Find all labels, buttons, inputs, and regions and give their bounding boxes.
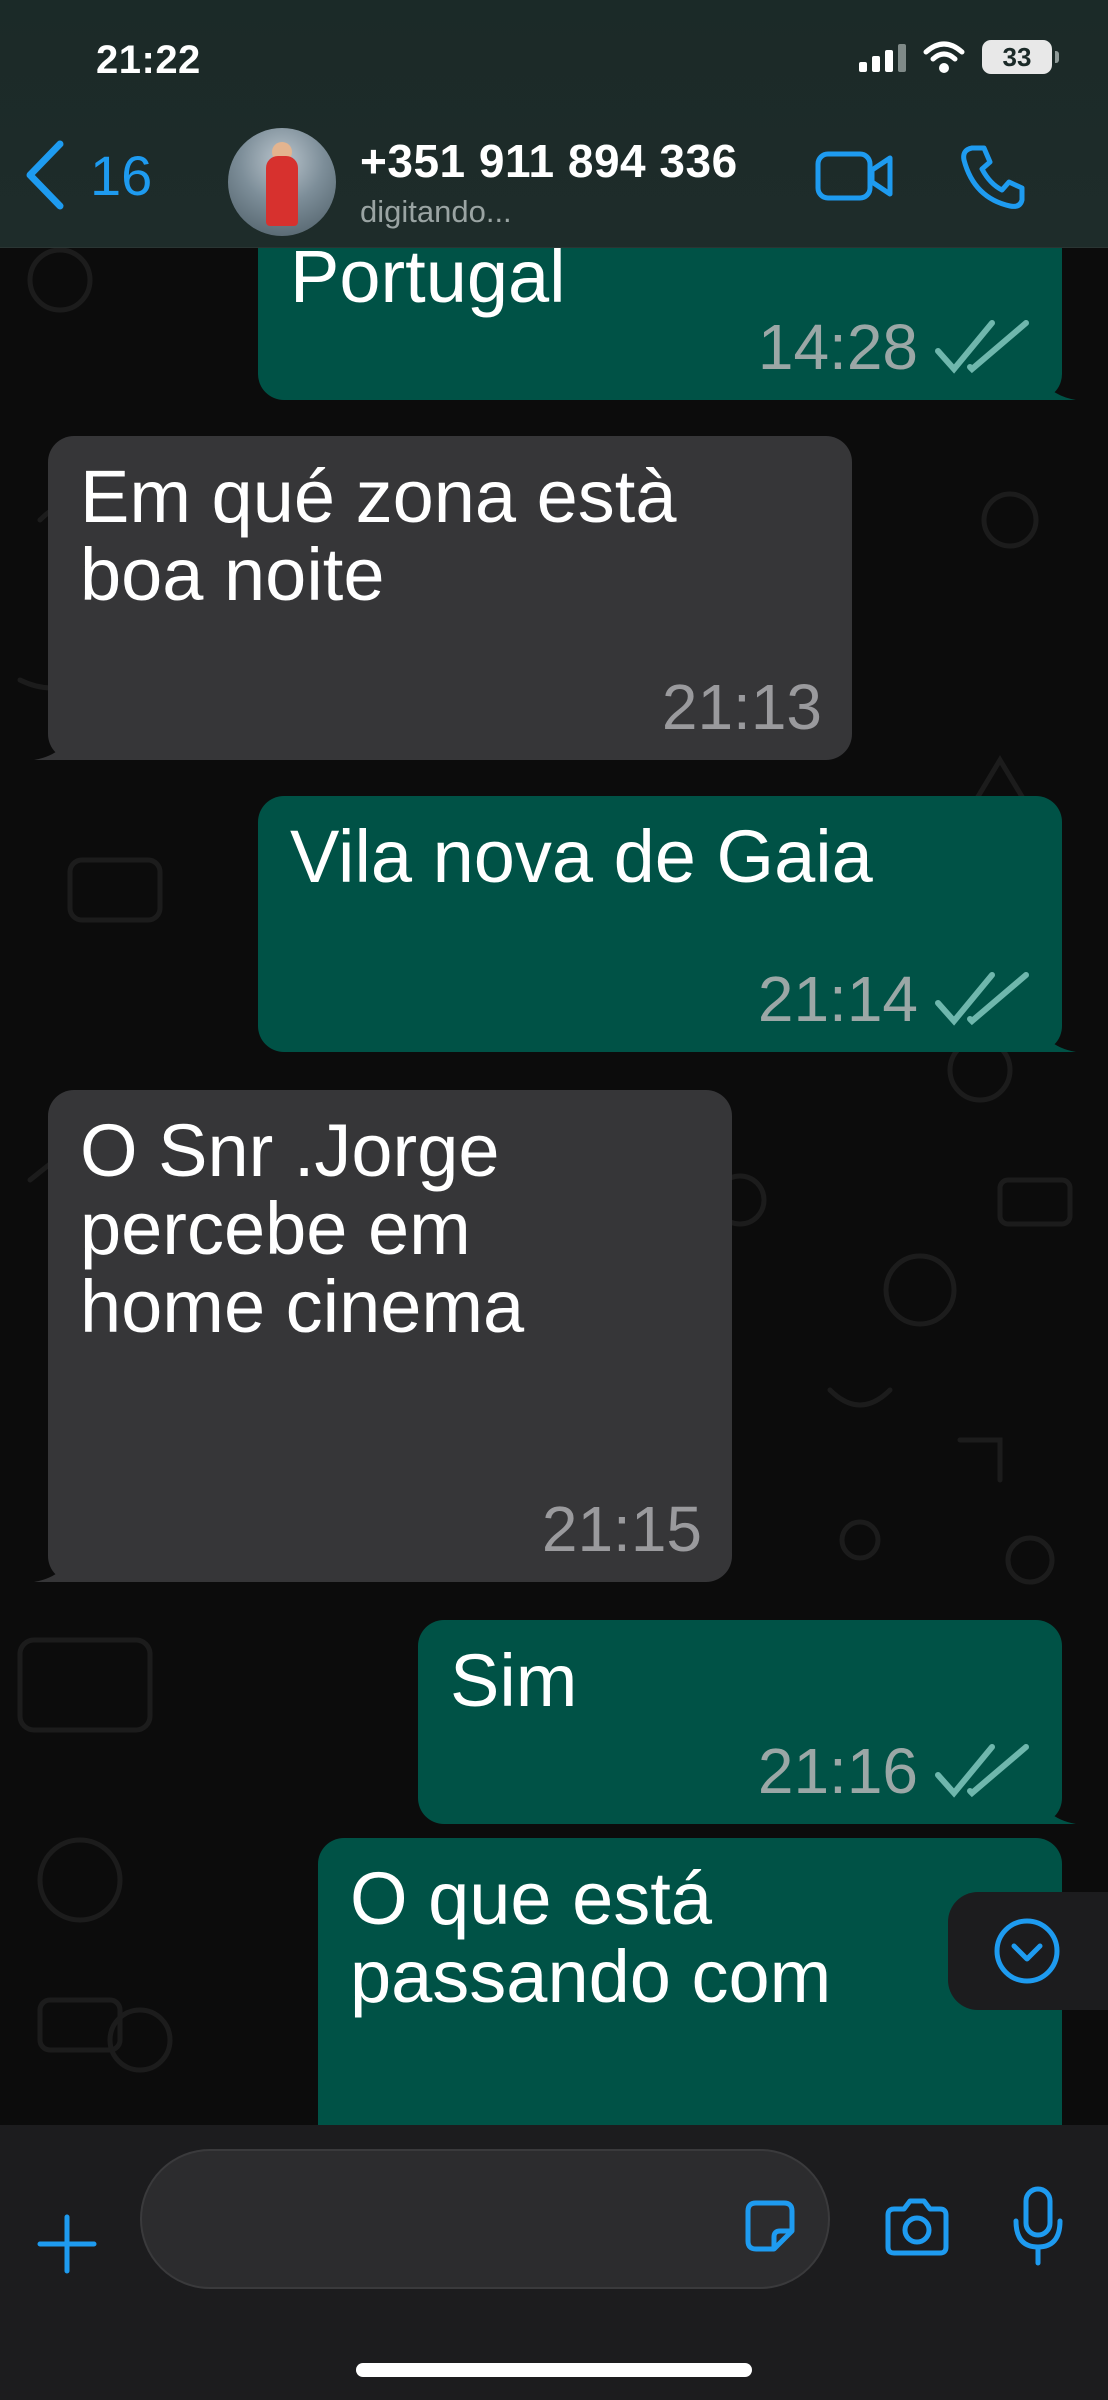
chat-area[interactable]: Portugal 14:28 Em qué zona està boa noit…: [0, 0, 1108, 2125]
mic-icon: [1013, 2186, 1063, 2266]
chevron-left-icon: [26, 140, 64, 210]
message-text: O Snr .Jorge percebe em home cinema: [80, 1109, 525, 1348]
video-call-icon: [815, 151, 893, 201]
message-composer: [0, 2125, 1108, 2400]
bubble-tail: [1036, 1016, 1076, 1052]
message-text: Vila nova de Gaia: [290, 815, 873, 898]
battery-indicator: 33: [982, 40, 1059, 74]
microphone-button[interactable]: [1008, 2185, 1068, 2274]
message-bubble-incoming[interactable]: Em qué zona està boa noite 21:13: [34, 436, 852, 760]
contact-status: digitando...: [360, 194, 512, 229]
wifi-icon: [923, 41, 965, 73]
video-call-button[interactable]: [814, 148, 894, 209]
attach-button[interactable]: [36, 2213, 98, 2280]
message-time: 21:15: [541, 1493, 702, 1565]
double-check-icon: [935, 320, 1029, 374]
double-check-icon: [935, 972, 1029, 1026]
plus-icon: [37, 2214, 97, 2274]
bubble-tail: [34, 724, 74, 760]
message-text: Sim: [450, 1639, 578, 1722]
status-bar-icons: 33: [859, 40, 1059, 74]
avatar[interactable]: [228, 128, 336, 236]
sticker-button[interactable]: [740, 2197, 800, 2262]
bubble-tail: [1036, 364, 1076, 400]
message-text: Portugal: [290, 235, 566, 318]
message-time: 21:16: [757, 1735, 918, 1807]
double-check-icon: [935, 1744, 1029, 1798]
chevron-down-icon: [994, 1918, 1060, 1984]
message-time: 21:14: [757, 963, 918, 1035]
chat-header: 21:22 33 16 +351 911 894 336 digitando..…: [0, 0, 1108, 248]
message-meta: 14:28: [758, 308, 1032, 386]
home-indicator: [356, 2363, 752, 2377]
status-bar-time: 21:22: [96, 38, 201, 82]
message-time: 21:13: [661, 671, 822, 743]
message-meta: 21:14: [758, 960, 1032, 1038]
message-text: Em qué zona està boa noite: [80, 455, 677, 616]
unread-count: 16: [90, 143, 153, 207]
message-time: 14:28: [757, 311, 918, 383]
message-meta: 21:15: [542, 1490, 702, 1568]
scroll-to-bottom-button[interactable]: [948, 1892, 1108, 2010]
bubble-tail: [1036, 1788, 1076, 1824]
message-meta: 21:13: [662, 668, 822, 746]
phone-icon: [961, 145, 1025, 209]
back-button[interactable]: 16: [22, 138, 152, 212]
contact-name[interactable]: +351 911 894 336: [360, 134, 738, 188]
bubble-tail: [34, 1546, 74, 1582]
message-bubble-outgoing[interactable]: Sim 21:16: [418, 1620, 1076, 1824]
message-bubble-outgoing[interactable]: Vila nova de Gaia 21:14: [258, 796, 1076, 1052]
signal-icon: [859, 42, 906, 72]
voice-call-button[interactable]: [958, 142, 1028, 217]
message-meta: 21:16: [758, 1732, 1032, 1810]
message-text: O que está passando com: [350, 1857, 832, 2018]
message-bubble-incoming[interactable]: O Snr .Jorge percebe em home cinema 21:1…: [34, 1090, 732, 1582]
camera-button[interactable]: [882, 2197, 952, 2262]
message-input[interactable]: [140, 2149, 830, 2289]
camera-icon: [885, 2198, 949, 2256]
sticker-icon: [745, 2200, 795, 2252]
